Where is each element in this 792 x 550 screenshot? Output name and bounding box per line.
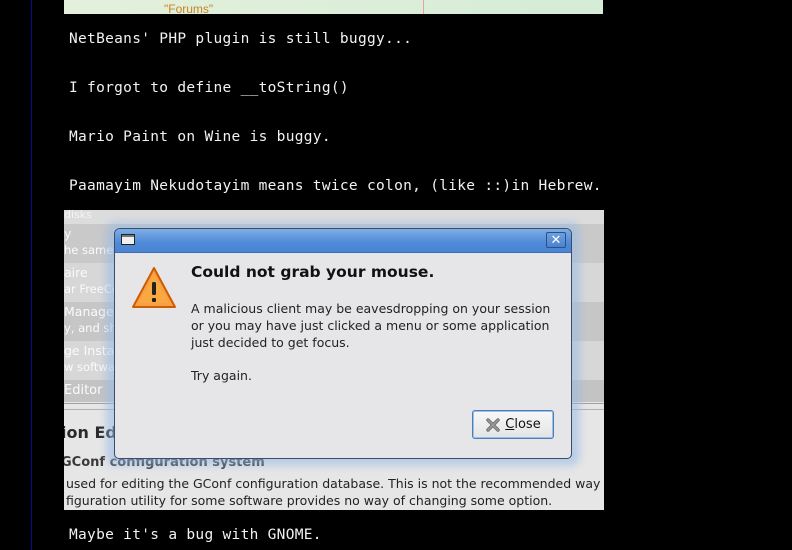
titlebar-close-button[interactable]: ✕	[546, 232, 566, 248]
warning-icon	[132, 267, 176, 308]
close-icon	[486, 417, 500, 432]
background-screenshot-top: "Forums"	[64, 0, 603, 14]
close-button[interactable]: Close	[472, 410, 554, 439]
chat-line: I forgot to define __toString()	[69, 80, 349, 96]
package-description: used for editing the GConf configuration…	[66, 476, 601, 508]
chat-line: NetBeans' PHP plugin is still buggy...	[69, 31, 413, 47]
chat-line: Maybe it's a bug with GNOME.	[69, 527, 322, 543]
window-menu-icon[interactable]	[121, 234, 135, 245]
chat-line: Paamayim Nekudotayim means twice colon, …	[69, 178, 602, 194]
dialog-titlebar[interactable]: ✕	[115, 229, 571, 253]
close-button-label: Close	[505, 417, 541, 432]
dialog-hint: Try again.	[191, 368, 252, 383]
chat-line: Mario Paint on Wine is buggy.	[69, 129, 331, 145]
divider-line	[423, 0, 424, 14]
error-dialog: ✕ Could not grab your mouse. A malicious…	[114, 228, 572, 459]
dialog-heading: Could not grab your mouse.	[191, 263, 435, 281]
desktop-divider-line	[31, 0, 32, 550]
dialog-message: A malicious client may be eavesdropping …	[191, 301, 551, 350]
forums-label: "Forums"	[164, 2, 214, 14]
